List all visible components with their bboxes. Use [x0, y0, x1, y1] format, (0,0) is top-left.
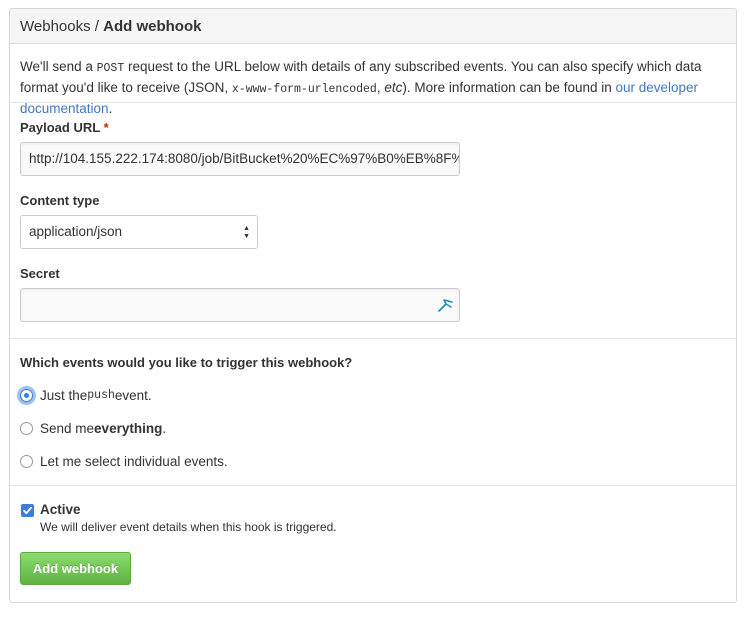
checkmark-icon [23, 506, 32, 515]
intro-text-4: ). More information can be found in [402, 80, 616, 95]
option-text: event. [114, 387, 152, 403]
secret-input[interactable] [20, 288, 460, 322]
page-title: Add webhook [103, 18, 202, 35]
add-webhook-button[interactable]: Add webhook [20, 552, 131, 585]
intro-code-post: POST [96, 62, 125, 75]
intro-text-5: . [108, 101, 113, 116]
option-code: push [87, 388, 115, 402]
divider [10, 102, 736, 103]
option-text: . [162, 420, 167, 436]
intro-text: We'll send a POST request to the URL bel… [20, 57, 730, 118]
events-question: Which events would you like to trigger t… [20, 355, 353, 370]
intro-text-1: We'll send a [20, 59, 97, 74]
payload-url-input[interactable]: http://104.155.222.174:8080/job/BitBucke… [20, 142, 460, 176]
event-option-push[interactable]: Just the push event. [20, 386, 152, 404]
radio-button[interactable] [20, 454, 33, 468]
active-label[interactable]: Active [40, 502, 81, 517]
breadcrumb-separator: / [90, 18, 104, 35]
content-type-value: application/json [29, 224, 123, 239]
webhook-form-panel: Webhooks / Add webhook We'll send a POST… [9, 8, 737, 603]
divider [10, 338, 736, 339]
breadcrumb-webhooks[interactable]: Webhooks [20, 18, 91, 35]
intro-etc: etc [384, 80, 403, 95]
divider [10, 485, 736, 486]
content-type-label: Content type [20, 193, 100, 208]
active-checkbox[interactable] [21, 504, 34, 517]
event-option-individual[interactable]: Let me select individual events. [20, 452, 228, 470]
event-option-everything[interactable]: Send me everything. [20, 419, 166, 437]
radio-button[interactable] [20, 421, 33, 435]
content-type-select[interactable]: application/json ▲ ▼ [20, 215, 258, 249]
secret-label: Secret [20, 266, 60, 281]
option-bold: everything [94, 420, 163, 436]
password-manager-icon[interactable] [437, 296, 455, 314]
active-note: We will deliver event details when this … [40, 520, 337, 534]
radio-button-selected[interactable] [20, 388, 33, 402]
breadcrumb: Webhooks / Add webhook [10, 9, 736, 44]
payload-url-label: Payload URL * [20, 120, 109, 135]
select-arrows-icon: ▲ ▼ [243, 225, 250, 240]
required-mark: * [103, 120, 109, 135]
option-text: Just the [40, 387, 88, 403]
option-text: Send me [40, 420, 95, 436]
intro-code-urlencoded: x-www-form-urlencoded [231, 83, 377, 96]
option-text: Let me select individual events. [40, 453, 228, 469]
